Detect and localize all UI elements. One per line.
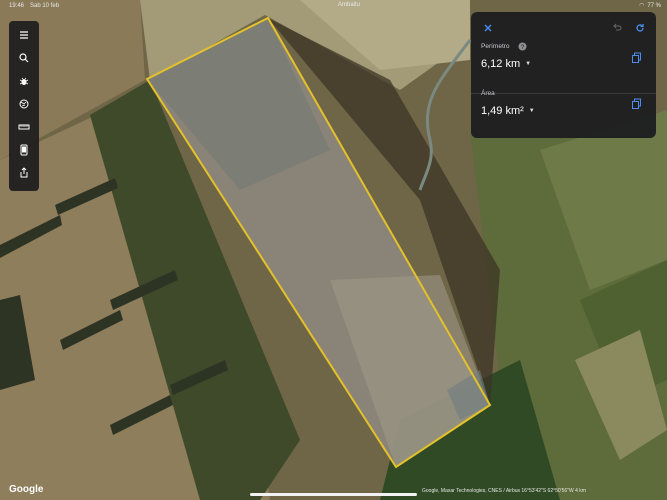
map-place-label: Ambaitu	[338, 2, 361, 8]
battery-label: 77 %	[647, 2, 661, 9]
coordinates: 16°53'42"S 62°50'56"W	[521, 488, 574, 494]
copy-area-icon[interactable]	[631, 98, 643, 110]
measure-panel: Perímetro ? 6,12 km ▼ Área 1,49 km² ▼	[471, 12, 656, 138]
area-label: Área	[481, 90, 495, 97]
status-bar: 19:46 Sab 10 feb Ambaitu ◠ 77 %	[0, 0, 667, 12]
wifi-icon: ◠	[639, 3, 645, 9]
info-icon[interactable]: ?	[518, 42, 527, 51]
chevron-down-icon: ▼	[528, 108, 535, 114]
copy-perimeter-icon[interactable]	[631, 52, 643, 64]
undo-icon[interactable]	[610, 21, 624, 35]
bug-icon[interactable]	[9, 70, 39, 92]
area-value: 1,49 km²	[481, 105, 524, 117]
home-indicator[interactable]	[250, 493, 417, 496]
panel-divider	[471, 93, 656, 94]
attribution-text: Google, Maxar Technologies, CNES / Airbu…	[422, 488, 521, 494]
google-logo: Google	[9, 484, 44, 495]
search-icon[interactable]	[9, 47, 39, 69]
phone-icon[interactable]	[9, 139, 39, 161]
menu-icon[interactable]	[9, 24, 39, 46]
redo-icon[interactable]	[633, 21, 647, 35]
perimeter-label: Perímetro	[481, 43, 510, 50]
close-icon[interactable]	[481, 21, 495, 35]
area-value-selector[interactable]: 1,49 km² ▼	[481, 105, 535, 117]
share-icon[interactable]	[9, 162, 39, 184]
status-time: 19:46	[9, 3, 25, 9]
perimeter-value: 6,12 km	[481, 58, 521, 70]
globe-icon[interactable]	[9, 93, 39, 115]
scale-label: 4 km	[575, 488, 586, 494]
status-date: Sab 10 feb	[30, 3, 60, 9]
perimeter-value-selector[interactable]: 6,12 km ▼	[481, 58, 531, 70]
map-toolbar	[9, 21, 39, 191]
ruler-icon[interactable]	[9, 116, 39, 138]
map-attribution: Google, Maxar Technologies, CNES / Airbu…	[422, 488, 586, 494]
chevron-down-icon: ▼	[525, 61, 532, 67]
status-right: ◠ 77 %	[639, 2, 661, 10]
map-footer: Google Google, Maxar Technologies, CNES …	[0, 482, 667, 500]
